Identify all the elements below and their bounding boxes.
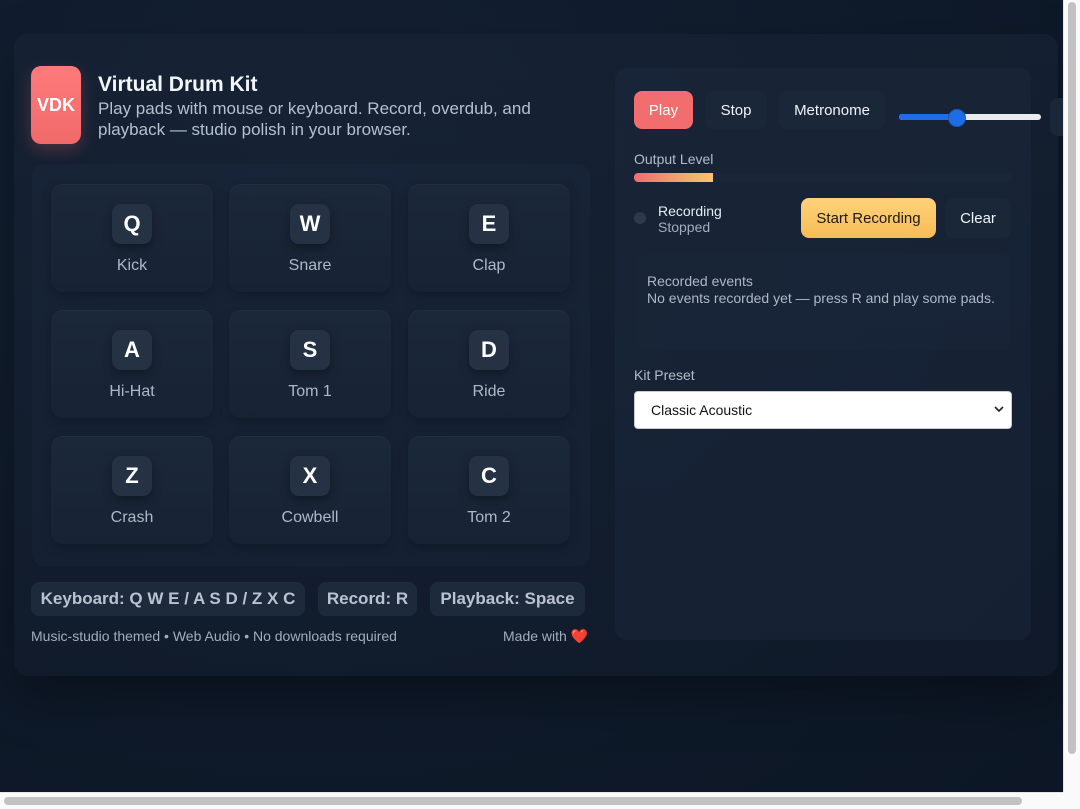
pad-crash[interactable]: Z Crash (51, 436, 213, 544)
stop-button[interactable]: Stop (705, 91, 767, 129)
recording-status: Stopped (658, 219, 711, 235)
output-level-meter (634, 173, 1012, 182)
vertical-scrollbar[interactable] (1063, 0, 1080, 792)
metronome-button[interactable]: Metronome (779, 91, 885, 129)
page-title: Virtual Drum Kit (98, 73, 258, 96)
browser-viewport: VDK Virtual Drum Kit Play pads with mous… (0, 0, 1063, 792)
play-button[interactable]: Play (634, 91, 693, 129)
recorded-events-message: No events recorded yet — press R and pla… (647, 290, 995, 306)
pad-label: Tom 2 (467, 509, 511, 526)
pad-key: E (469, 204, 509, 244)
keyboard-hint: Keyboard: Q W E / A S D / Z X C (31, 582, 305, 616)
pad-key: X (290, 456, 330, 496)
start-recording-button[interactable]: Start Recording (801, 198, 936, 238)
pad-label: Kick (116, 257, 148, 274)
pad-cowbell[interactable]: X Cowbell (229, 436, 391, 544)
recorded-events-title: Recorded events (647, 273, 753, 289)
horizontal-scrollbar-thumb[interactable] (4, 797, 1022, 805)
footer-credit-text: Made with (503, 628, 567, 644)
recording-indicator-icon (634, 212, 646, 224)
pad-label: Snare (288, 257, 332, 274)
output-level-fill (634, 173, 714, 182)
pad-label: Crash (110, 509, 154, 526)
pad-key: Q (112, 204, 152, 244)
pad-key: S (290, 330, 330, 370)
heart-icon: ❤️ (570, 628, 589, 644)
pad-hi-hat[interactable]: A Hi-Hat (51, 310, 213, 418)
record-hint: Record: R (318, 582, 417, 616)
pad-key: D (469, 330, 509, 370)
kit-preset-value: Classic Acoustic (651, 402, 753, 418)
pad-label: Clap (472, 257, 506, 274)
pad-key: C (469, 456, 509, 496)
pad-ride[interactable]: D Ride (408, 310, 570, 418)
volume-slider-thumb[interactable] (947, 109, 966, 127)
pad-key: W (290, 204, 330, 244)
clipped-button[interactable] (1050, 98, 1063, 136)
footer-credit: Made with ❤️ (503, 628, 588, 645)
vertical-scrollbar-thumb[interactable] (1068, 2, 1076, 754)
recording-title: Recording (658, 203, 722, 219)
scrollbar-corner (1063, 792, 1080, 809)
pad-key: A (112, 330, 152, 370)
output-level-label: Output Level (634, 151, 714, 167)
playback-hint: Playback: Space (430, 582, 585, 616)
pad-kick[interactable]: Q Kick (51, 184, 213, 292)
pad-label: Ride (472, 383, 506, 400)
horizontal-scrollbar[interactable] (0, 792, 1063, 809)
pad-tom-2[interactable]: C Tom 2 (408, 436, 570, 544)
logo: VDK (31, 66, 81, 144)
pad-clap[interactable]: E Clap (408, 184, 570, 292)
pad-label: Hi-Hat (109, 383, 155, 400)
pad-tom-1[interactable]: S Tom 1 (229, 310, 391, 418)
chevron-down-icon (994, 406, 1004, 413)
volume-slider[interactable] (899, 106, 1041, 128)
footer-tagline: Music-studio themed • Web Audio • No dow… (31, 628, 397, 644)
clear-button[interactable]: Clear (945, 198, 1011, 238)
kit-preset-label: Kit Preset (634, 367, 695, 383)
pad-label: Tom 1 (288, 383, 332, 400)
pad-snare[interactable]: W Snare (229, 184, 391, 292)
pad-key: Z (112, 456, 152, 496)
logo-text: VDK (36, 94, 75, 115)
page-subtitle: Play pads with mouse or keyboard. Record… (98, 99, 531, 139)
kit-preset-select[interactable]: Classic Acoustic (634, 391, 1012, 429)
pad-label: Cowbell (281, 509, 339, 526)
